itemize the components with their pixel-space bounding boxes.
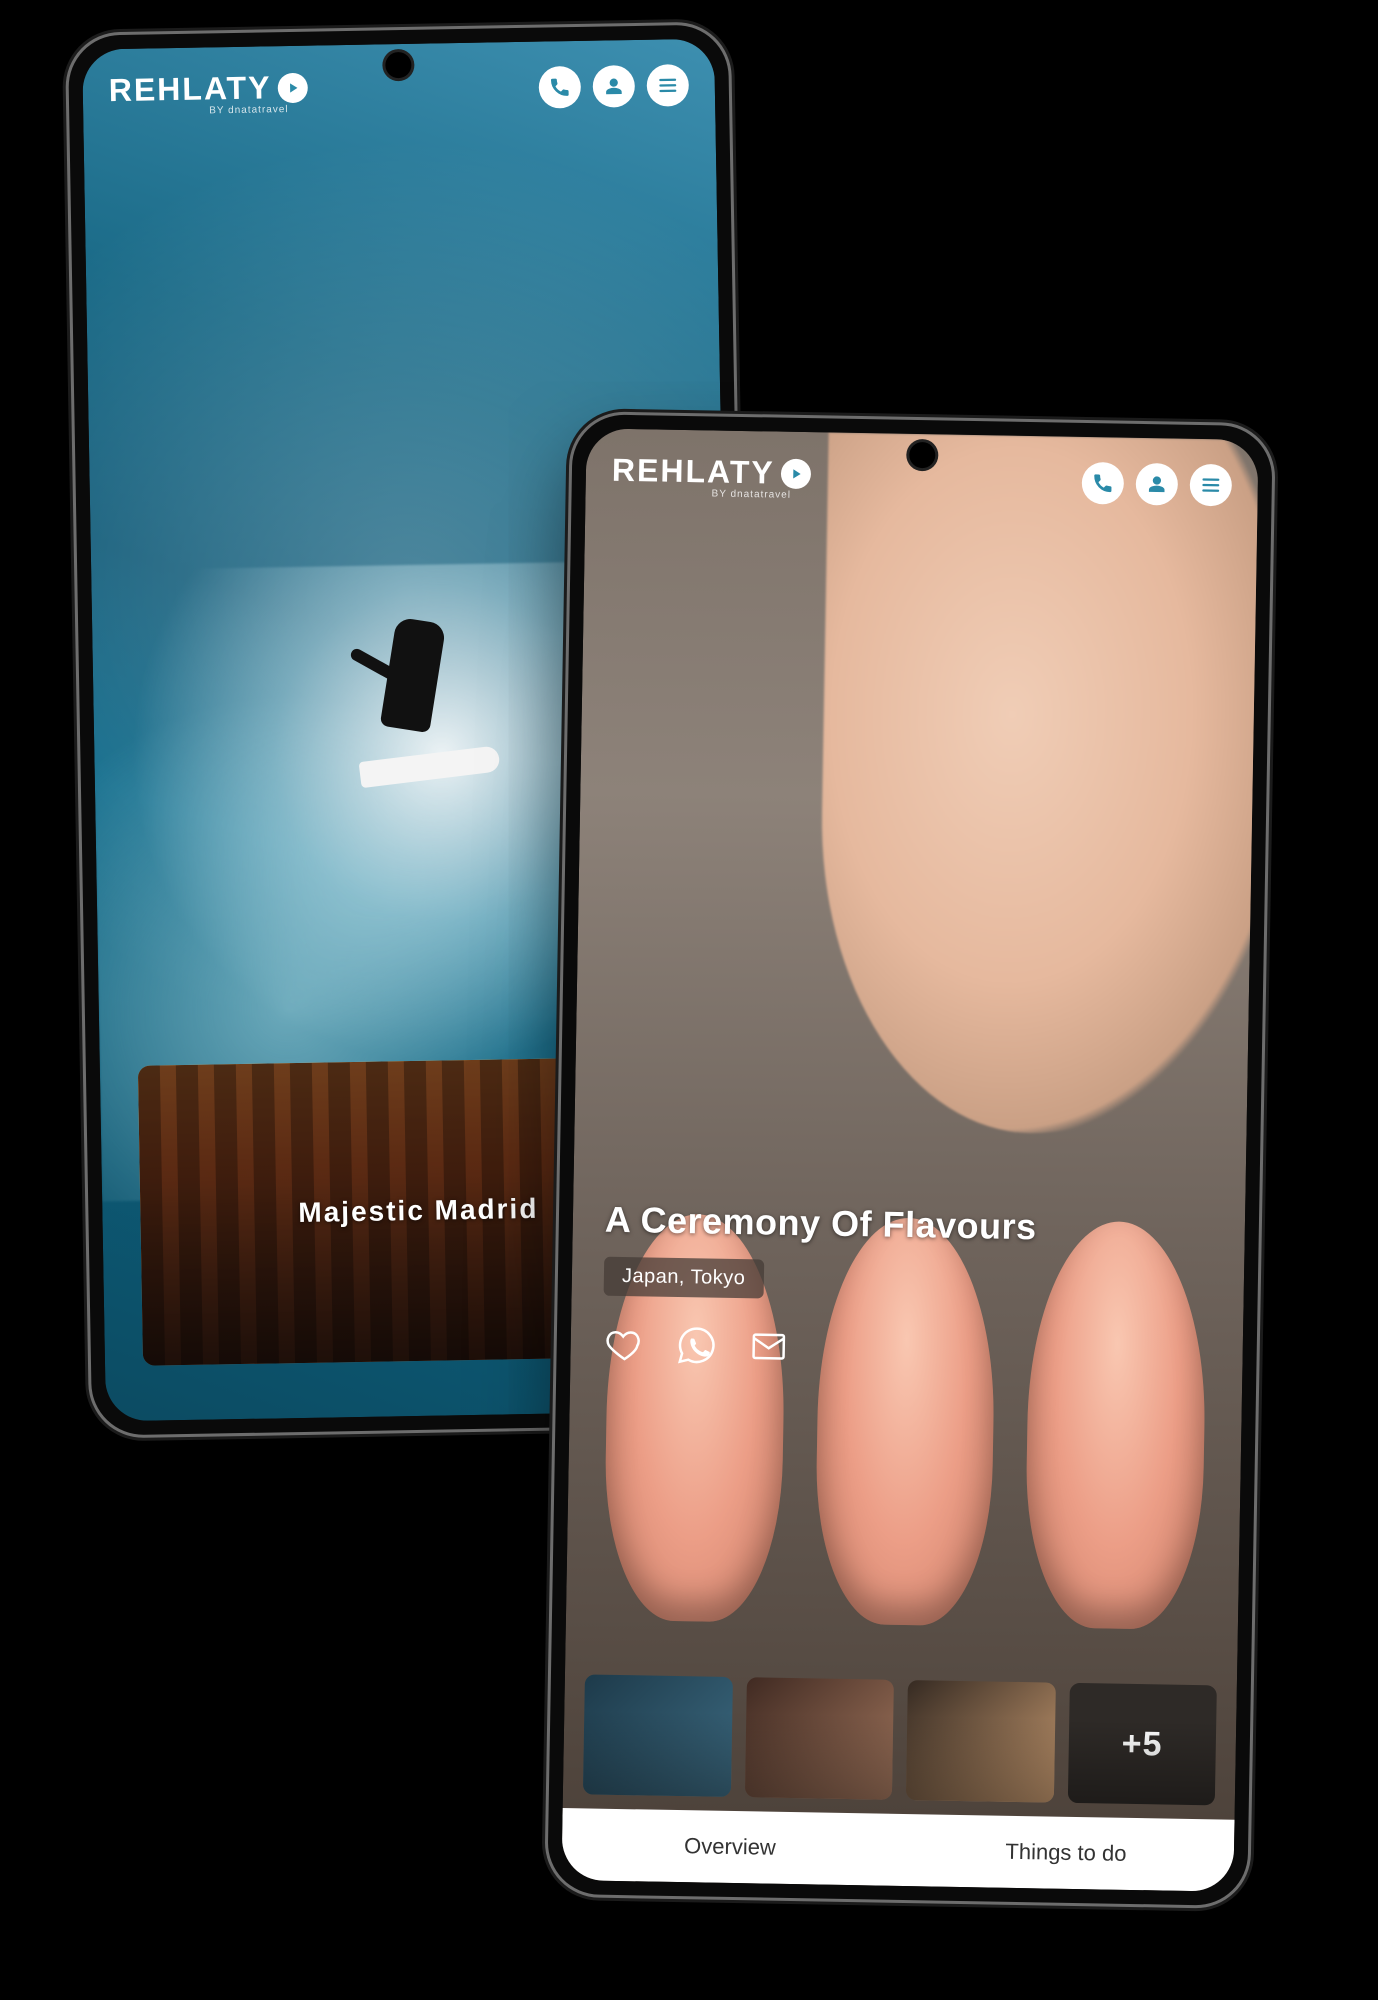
call-button[interactable] [1081,462,1124,505]
gallery-thumbnails: +5 [583,1674,1217,1805]
account-button[interactable] [1135,463,1178,506]
brand-tagline: BY dnatatravel [612,487,792,501]
gallery-thumb-more[interactable]: +5 [1067,1683,1217,1806]
gallery-thumb-1[interactable] [583,1674,733,1797]
email-share-button[interactable] [746,1324,791,1369]
menu-button[interactable] [646,64,689,107]
location-chip[interactable]: Japan, Tokyo [604,1256,764,1298]
tab-overview[interactable]: Overview [562,1831,898,1863]
brand-name: REHLATY [612,452,775,492]
gallery-thumb-3[interactable] [906,1680,1056,1803]
call-button[interactable] [538,66,581,109]
favorite-button[interactable] [602,1321,647,1366]
bottom-tab-bar: Overview Things to do [561,1808,1234,1892]
surfer-figure [358,619,481,781]
device-front: REHLATY BY dnatatravel [547,414,1273,1906]
promo-title: Majestic Madrid [298,1193,539,1229]
gallery-more-count: +5 [1121,1724,1162,1764]
play-icon [780,458,811,489]
account-button[interactable] [592,65,635,108]
brand-block[interactable]: REHLATY BY dnatatravel [612,452,812,501]
brand-name: REHLATY [108,69,271,109]
tab-things-to-do[interactable]: Things to do [898,1837,1234,1869]
brand-block[interactable]: REHLATY BY dnatatravel [108,69,308,118]
play-icon [277,72,308,103]
brand-tagline: BY dnatatravel [109,104,289,118]
menu-button[interactable] [1189,464,1232,507]
gallery-thumb-2[interactable] [744,1677,894,1800]
whatsapp-share-button[interactable] [674,1322,719,1367]
hand-sprinkling [816,432,1258,1137]
screen-front: REHLATY BY dnatatravel [561,428,1258,1892]
